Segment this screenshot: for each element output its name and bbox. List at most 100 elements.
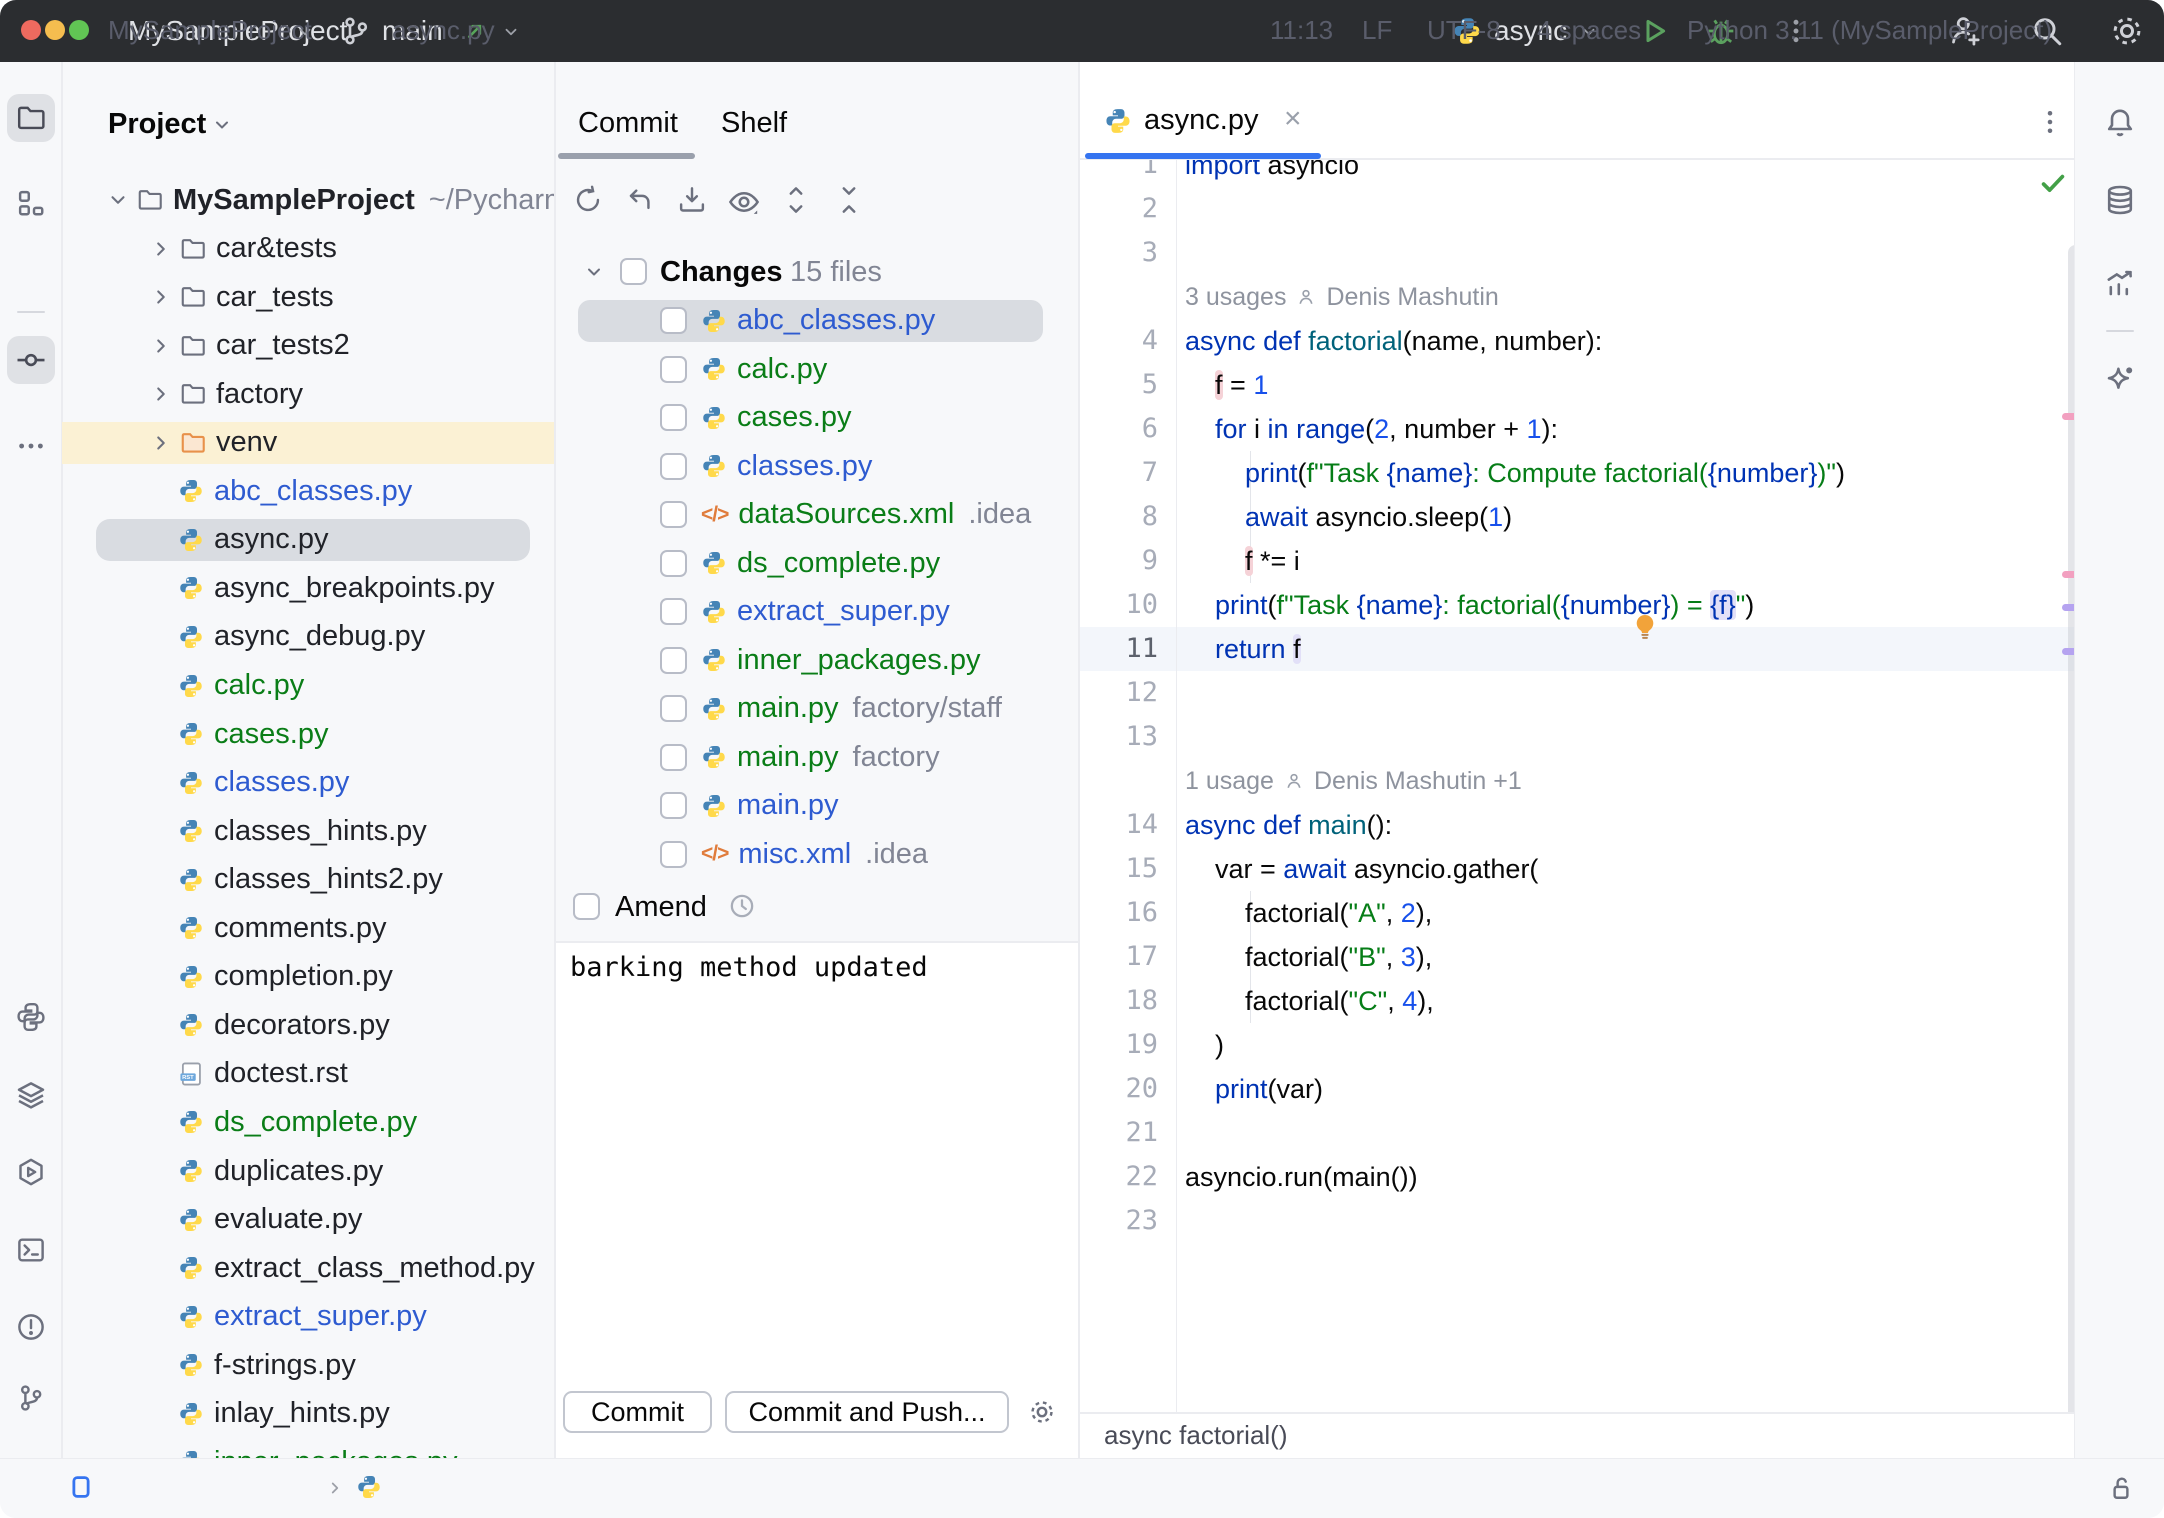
commit-button[interactable]: Commit [563, 1391, 712, 1433]
commit-options-gear-icon[interactable] [1028, 1398, 1056, 1426]
code-area[interactable]: 1import asyncio233 usagesDenis Mashutin4… [1080, 160, 2074, 1412]
terminal-tool-button[interactable] [7, 1226, 55, 1274]
editor-options-icon[interactable] [2036, 108, 2064, 136]
usages-count[interactable]: 3 usages [1185, 283, 1286, 312]
changed-file-row[interactable]: ds_complete.py [556, 542, 1078, 584]
chevron-right-icon[interactable] [150, 432, 172, 454]
file-checkbox[interactable] [660, 404, 687, 431]
project-panel-title[interactable]: Project [108, 108, 206, 141]
changed-file-row[interactable]: extract_super.py [556, 591, 1078, 633]
tree-item[interactable]: comments.py [62, 907, 554, 949]
changed-file-row[interactable]: main.pyfactory [556, 736, 1078, 778]
history-clock-icon[interactable] [728, 892, 756, 920]
tree-item[interactable]: classes_hints2.py [62, 859, 554, 901]
tree-item[interactable]: async_breakpoints.py [62, 567, 554, 609]
breadcrumb[interactable]: async factorial() [1104, 1420, 1288, 1451]
commit-tool-button[interactable] [7, 336, 55, 384]
tab-async-py[interactable]: async.py [1144, 104, 1258, 137]
usages-hint[interactable]: 3 usages Denis Mashutin [1185, 275, 1499, 319]
status-line-ending[interactable]: LF [1362, 0, 1392, 60]
tree-item[interactable]: abc_classes.py [62, 470, 554, 512]
usages-hint[interactable]: 1 usageDenis Mashutin +1 [1185, 759, 1522, 803]
tree-item[interactable]: classes_hints.py [62, 810, 554, 852]
author-hint[interactable]: Denis Mashutin [1326, 283, 1498, 312]
tree-item[interactable]: factory [62, 373, 554, 415]
tree-item[interactable]: car_tests [62, 276, 554, 318]
code-line[interactable]: for i in range(2, number + 1): [1185, 407, 1558, 451]
tree-item[interactable]: venv [62, 422, 554, 464]
file-checkbox[interactable] [660, 356, 687, 383]
problems-tool-button[interactable] [7, 1303, 55, 1351]
tree-item[interactable]: evaluate.py [62, 1199, 554, 1241]
chevron-right-icon[interactable] [150, 335, 172, 357]
file-checkbox[interactable] [660, 598, 687, 625]
chevron-down-icon[interactable] [502, 23, 520, 41]
changed-file-row[interactable]: abc_classes.py [578, 300, 1043, 342]
code-line[interactable]: print(f"Task {name}: Compute factorial({… [1185, 451, 1845, 495]
window-zoom-button[interactable] [69, 20, 89, 40]
code-line[interactable]: print(f"Task {name}: factorial({number})… [1185, 583, 1754, 627]
changed-file-row[interactable]: main.py [556, 785, 1078, 827]
tree-item[interactable]: f-strings.py [62, 1344, 554, 1386]
file-checkbox[interactable] [660, 647, 687, 674]
code-line[interactable]: factorial("B", 3), [1185, 935, 1432, 979]
code-line[interactable]: async def main(): [1185, 803, 1392, 847]
tree-item[interactable]: cases.py [62, 713, 554, 755]
file-checkbox[interactable] [660, 453, 687, 480]
tree-item[interactable]: inlay_hints.py [62, 1393, 554, 1435]
tree-item[interactable]: inner_packages.py [62, 1441, 554, 1458]
tree-item[interactable]: decorators.py [62, 1004, 554, 1046]
profiler-button[interactable] [2096, 258, 2144, 306]
project-tool-button[interactable] [7, 94, 55, 142]
tree-item[interactable]: classes.py [62, 762, 554, 804]
window-close-button[interactable] [21, 20, 41, 40]
changed-file-row[interactable]: classes.py [556, 445, 1078, 487]
chevron-right-icon[interactable] [150, 383, 172, 405]
amend-label[interactable]: Amend [615, 891, 707, 924]
code-line[interactable]: f *= i [1185, 539, 1300, 583]
lock-icon[interactable] [2106, 1473, 2136, 1503]
file-checkbox[interactable] [660, 695, 687, 722]
chevron-right-icon[interactable] [150, 286, 172, 308]
changed-file-row[interactable]: cases.py [556, 397, 1078, 439]
status-indent[interactable]: 4 spaces [1537, 0, 1641, 60]
code-line[interactable]: return f [1185, 627, 1301, 671]
file-checkbox[interactable] [660, 841, 687, 868]
layers-tool-button[interactable] [7, 1071, 55, 1119]
database-button[interactable] [2096, 176, 2144, 224]
file-checkbox[interactable] [660, 744, 687, 771]
code-line[interactable]: asyncio.run(main()) [1185, 1155, 1418, 1199]
code-line[interactable]: print(var) [1185, 1067, 1323, 1111]
code-line[interactable]: var = await asyncio.gather( [1185, 847, 1538, 891]
tree-item[interactable]: duplicates.py [62, 1150, 554, 1192]
code-line[interactable]: ) [1185, 1023, 1224, 1067]
tree-item[interactable]: completion.py [62, 956, 554, 998]
settings-icon[interactable] [2110, 14, 2144, 48]
changed-file-row[interactable]: inner_packages.py [556, 639, 1078, 681]
code-line[interactable]: import asyncio [1185, 160, 1359, 187]
chevron-down-icon[interactable] [107, 189, 129, 211]
notifications-button[interactable] [2096, 99, 2144, 147]
run-icon[interactable] [1638, 15, 1670, 47]
tree-item[interactable]: car&tests [62, 228, 554, 270]
file-checkbox[interactable] [660, 792, 687, 819]
amend-checkbox[interactable] [573, 893, 600, 920]
tree-item[interactable]: async.py [96, 519, 530, 561]
project-widget-icon[interactable] [66, 1472, 96, 1502]
code-line[interactable]: async def factorial(name, number): [1185, 319, 1602, 363]
ai-assistant-button[interactable] [2096, 356, 2144, 404]
chevron-right-icon[interactable] [150, 238, 172, 260]
status-caret-position[interactable]: 11:13 [1270, 0, 1333, 60]
tree-item[interactable]: extract_super.py [62, 1296, 554, 1338]
code-line[interactable]: factorial("A", 2), [1185, 891, 1432, 935]
author-hint[interactable]: Denis Mashutin +1 [1314, 767, 1522, 796]
tree-item[interactable]: car_tests2 [62, 325, 554, 367]
file-checkbox[interactable] [660, 307, 687, 334]
tree-item[interactable]: RSTdoctest.rst [62, 1053, 554, 1095]
status-file-breadcrumb[interactable]: async.py [392, 0, 495, 60]
tree-item[interactable]: ds_complete.py [62, 1101, 554, 1143]
status-project-breadcrumb[interactable]: MySampleProject [108, 0, 312, 60]
tree-item[interactable]: async_debug.py [62, 616, 554, 658]
code-line[interactable]: f = 1 [1185, 363, 1268, 407]
inspection-ok-check-icon[interactable] [2038, 168, 2068, 198]
